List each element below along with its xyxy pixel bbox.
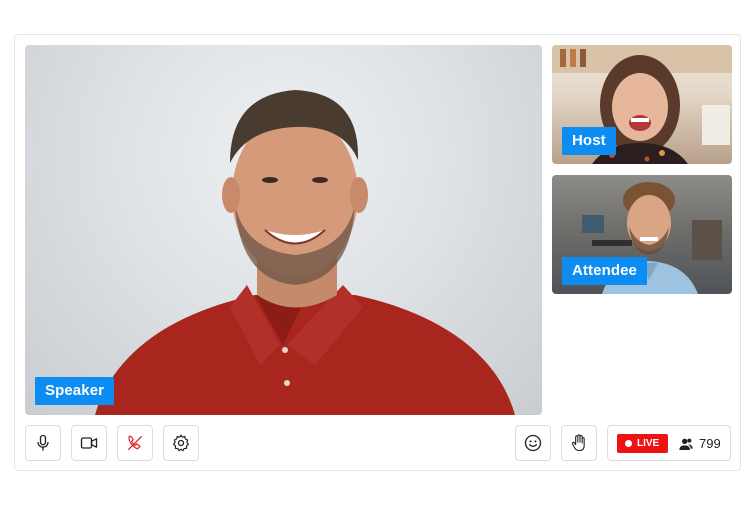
microphone-icon <box>37 434 49 451</box>
live-status-panel: LIVE 799 <box>607 425 731 461</box>
hangup-button[interactable] <box>117 425 153 461</box>
live-badge: LIVE <box>617 434 668 453</box>
attendee-video[interactable]: Attendee <box>552 175 732 294</box>
speaker-video[interactable]: Speaker <box>25 45 542 415</box>
live-badge-label: LIVE <box>637 438 660 449</box>
viewer-count: 799 <box>699 436 721 451</box>
speaker-video-image <box>95 90 515 415</box>
raise-hand-button[interactable] <box>561 425 597 461</box>
viewers-icon <box>679 438 693 450</box>
mic-button[interactable] <box>25 425 61 461</box>
video-camera-icon <box>80 437 98 449</box>
speaker-name-tag: Speaker <box>35 377 115 405</box>
smiley-icon <box>524 434 542 452</box>
host-name-tag: Host <box>562 127 616 155</box>
live-dot-icon <box>625 440 632 447</box>
settings-button[interactable] <box>163 425 199 461</box>
attendee-name-tag: Attendee <box>562 257 647 285</box>
reactions-button[interactable] <box>515 425 551 461</box>
raise-hand-icon <box>571 434 585 452</box>
camera-button[interactable] <box>71 425 107 461</box>
host-video[interactable]: Host <box>552 45 732 164</box>
phone-hangup-icon <box>127 435 143 451</box>
video-call-panel: Speaker Host Attendee LIVE 799 <box>14 34 741 471</box>
gear-icon <box>172 434 190 452</box>
